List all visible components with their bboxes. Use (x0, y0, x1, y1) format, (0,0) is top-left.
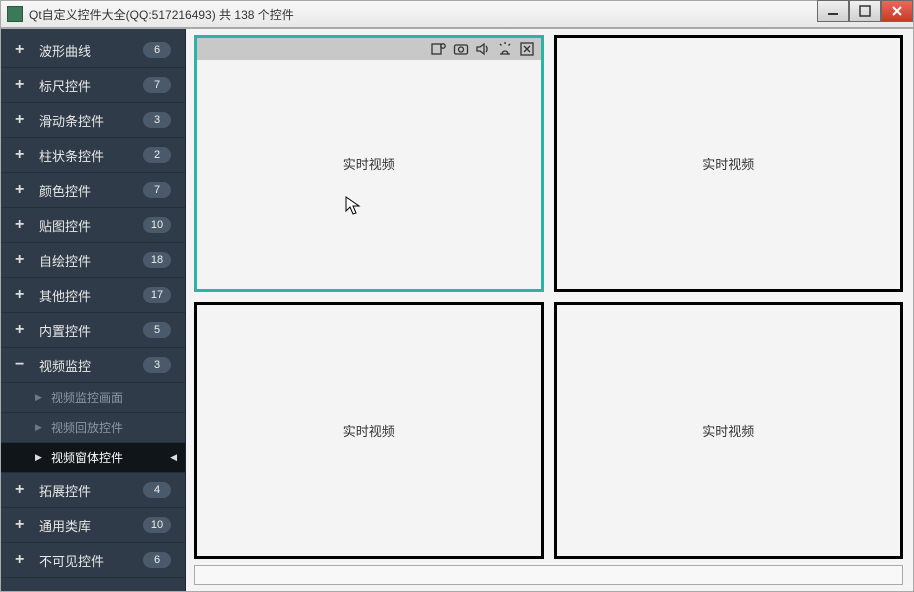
video-cell-4[interactable]: 实时视频 (554, 302, 904, 559)
sidebar-category[interactable]: + 柱状条控件2 (1, 138, 185, 173)
count-badge: 7 (143, 77, 171, 93)
sidebar-subitem-label: 视频窗体控件 (51, 449, 123, 466)
count-badge: 7 (143, 182, 171, 198)
count-badge: 6 (143, 42, 171, 58)
count-badge: 10 (143, 517, 171, 533)
sidebar-category[interactable]: + 标尺控件7 (1, 68, 185, 103)
video-cell-3[interactable]: 实时视频 (194, 302, 544, 559)
collapse-icon: − (15, 357, 29, 373)
sidebar-subitem-label: 视频回放控件 (51, 419, 123, 436)
expand-icon: + (15, 252, 29, 268)
expand-icon: + (15, 147, 29, 163)
sidebar-category[interactable]: + 拓展控件4 (1, 473, 185, 508)
sidebar-category[interactable]: + 贴图控件10 (1, 208, 185, 243)
expand-icon: + (15, 182, 29, 198)
video-cell-1[interactable]: 实时视频 (194, 35, 544, 292)
sidebar-category[interactable]: + 滑动条控件3 (1, 103, 185, 138)
audio-icon[interactable] (475, 41, 491, 57)
sidebar-category-label: 贴图控件 (39, 216, 143, 235)
sidebar-category[interactable]: −视频监控3 (1, 348, 185, 383)
sidebar-category-label: 视频监控 (39, 356, 143, 375)
sidebar-category[interactable]: + 其他控件17 (1, 278, 185, 313)
expand-icon: + (15, 482, 29, 498)
expand-icon: + (15, 517, 29, 533)
count-badge: 17 (143, 287, 171, 303)
video-cell-label: 实时视频 (702, 154, 754, 173)
expand-icon: + (15, 552, 29, 568)
sidebar-category-label: 不可见控件 (39, 551, 143, 570)
snapshot-icon[interactable] (453, 41, 469, 57)
window-titlebar: Qt自定义控件大全(QQ:517216493) 共 138 个控件 (0, 0, 914, 28)
sidebar-category-label: 自绘控件 (39, 251, 143, 270)
client-area: +波形曲线6+标尺控件7+滑动条控件3+柱状条控件2+颜色控件7+贴图控件10+… (0, 28, 914, 592)
video-cell-label: 实时视频 (343, 421, 395, 440)
video-cell-label: 实时视频 (343, 154, 395, 173)
count-badge: 3 (143, 357, 171, 373)
expand-icon: + (15, 42, 29, 58)
sidebar-category[interactable]: + 自绘控件18 (1, 243, 185, 278)
sidebar-category-label: 标尺控件 (39, 76, 143, 95)
sidebar-category[interactable]: + 颜色控件7 (1, 173, 185, 208)
sidebar-subitem[interactable]: ▶ 视频监控画面 (1, 383, 185, 413)
sidebar-category[interactable]: + 波形曲线6 (1, 33, 185, 68)
sidebar-category[interactable]: + 不可见控件6 (1, 543, 185, 578)
expand-icon: + (15, 322, 29, 338)
status-bar (194, 565, 903, 585)
triangle-icon: ▶ (35, 392, 45, 403)
expand-icon: + (15, 112, 29, 128)
sidebar-subitem[interactable]: ▶ 视频回放控件 (1, 413, 185, 443)
close-button[interactable] (881, 0, 913, 22)
expand-icon: + (15, 287, 29, 303)
record-icon[interactable] (431, 41, 447, 57)
video-grid: 实时视频 实时视频 实时视频 实时视频 (194, 35, 903, 559)
sidebar-category-label: 颜色控件 (39, 181, 143, 200)
count-badge: 18 (143, 252, 171, 268)
count-badge: 2 (143, 147, 171, 163)
window-title: Qt自定义控件大全(QQ:517216493) 共 138 个控件 (29, 6, 294, 23)
sidebar-subitem-label: 视频监控画面 (51, 389, 123, 406)
sidebar-category-label: 柱状条控件 (39, 146, 143, 165)
count-badge: 3 (143, 112, 171, 128)
sidebar[interactable]: +波形曲线6+标尺控件7+滑动条控件3+柱状条控件2+颜色控件7+贴图控件10+… (1, 29, 186, 591)
maximize-button[interactable] (849, 0, 881, 22)
sidebar-category-label: 其他控件 (39, 286, 143, 305)
alarm-icon[interactable] (497, 41, 513, 57)
sidebar-subitem[interactable]: ▶ 视频窗体控件 ◀ (1, 443, 185, 473)
sidebar-category-label: 滑动条控件 (39, 111, 143, 130)
video-cell-label: 实时视频 (702, 421, 754, 440)
count-badge: 6 (143, 552, 171, 568)
minimize-button[interactable] (817, 0, 849, 22)
count-badge: 5 (143, 322, 171, 338)
count-badge: 10 (143, 217, 171, 233)
triangle-icon: ▶ (35, 422, 45, 433)
close-icon[interactable] (519, 41, 535, 57)
sidebar-category-label: 波形曲线 (39, 41, 143, 60)
video-cell-2[interactable]: 实时视频 (554, 35, 904, 292)
sidebar-category[interactable]: + 内置控件5 (1, 313, 185, 348)
sidebar-category-label: 拓展控件 (39, 481, 143, 500)
sidebar-category-label: 通用类库 (39, 516, 143, 535)
main-panel: 实时视频 实时视频 实时视频 实时视频 (186, 29, 913, 591)
video-cell-toolbar (197, 38, 541, 60)
sidebar-category-label: 内置控件 (39, 321, 143, 340)
expand-icon: + (15, 217, 29, 233)
sidebar-category[interactable]: + 通用类库10 (1, 508, 185, 543)
count-badge: 4 (143, 482, 171, 498)
caret-left-icon: ◀ (170, 452, 177, 463)
window-controls (817, 0, 913, 22)
triangle-icon: ▶ (35, 452, 45, 463)
app-icon (7, 6, 23, 22)
expand-icon: + (15, 77, 29, 93)
